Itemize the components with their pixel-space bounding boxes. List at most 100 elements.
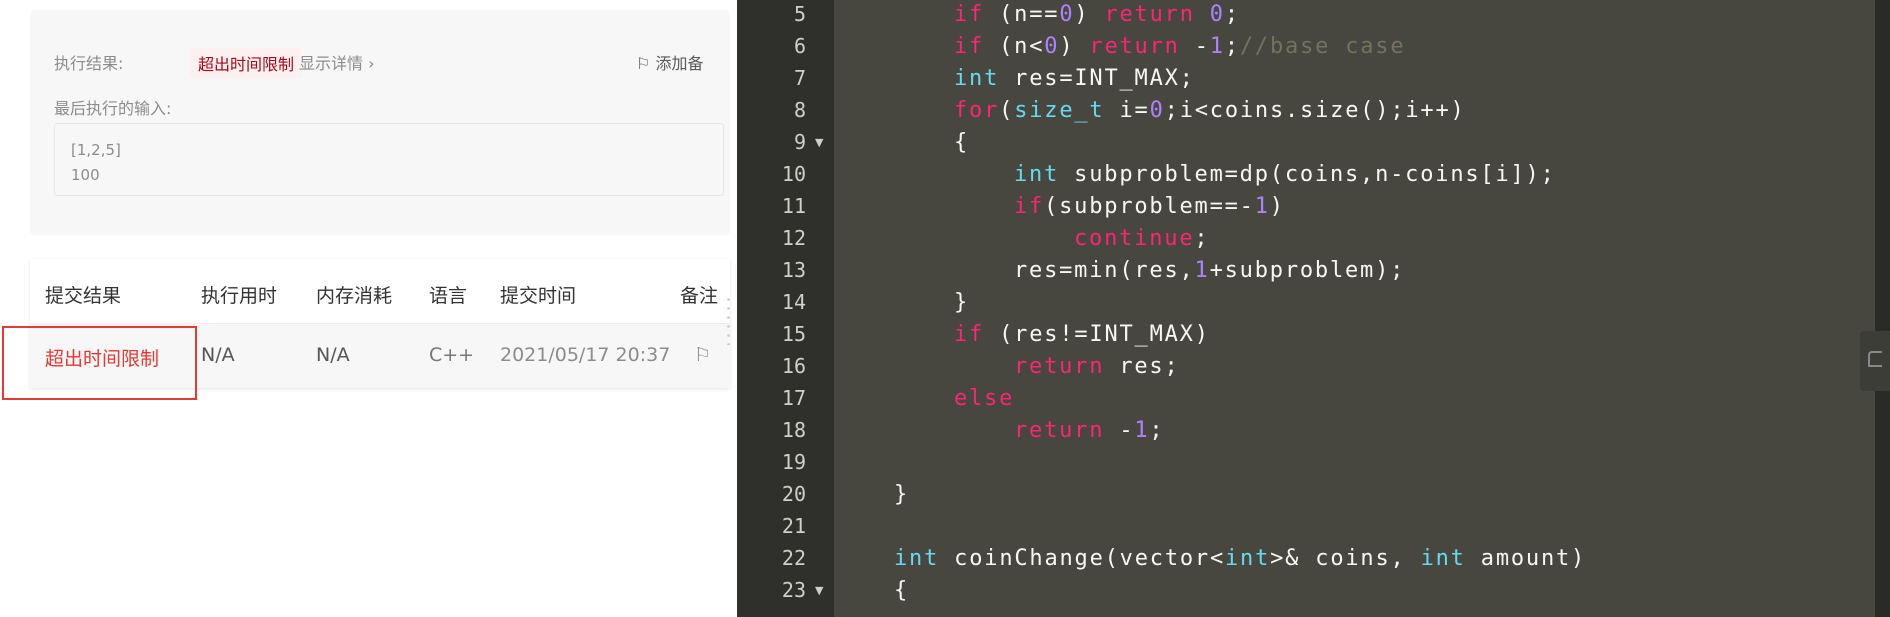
- line-number: 5: [793, 2, 806, 26]
- input-line: [1,2,5]: [71, 141, 121, 159]
- code-line: return -1;: [834, 418, 1164, 443]
- code-token: 0: [1059, 2, 1075, 27]
- code-line: return res;: [834, 354, 1180, 379]
- line-number: 14: [781, 290, 806, 314]
- splitter-handle[interactable]: [727, 295, 730, 345]
- code-token: res=min(res,: [1014, 258, 1195, 283]
- code-token: 0: [1209, 2, 1225, 27]
- line-number: 19: [781, 450, 806, 474]
- line-number: 13: [781, 258, 806, 282]
- code-editor[interactable]: 5 if (n==0) return 0; 6 if (n<0) return -1;…: [737, 0, 1890, 617]
- code-token: }: [894, 482, 910, 507]
- code-token: >& coins,: [1270, 546, 1421, 571]
- last-input-label: 最后执行的输入:: [54, 99, 172, 118]
- scrollbar[interactable]: [1875, 0, 1890, 617]
- line-number: 17: [781, 386, 806, 410]
- input-line: 100: [71, 166, 100, 184]
- code-token: (subproblem==-: [1044, 194, 1255, 219]
- code-token: ): [1269, 194, 1285, 219]
- code-line: else: [834, 386, 1014, 411]
- result-card: 执行结果: 超出时间限制 显示详情 › ⚐ 添加备 最后执行的输入: [1,2,…: [30, 10, 730, 235]
- code-token: if: [954, 2, 985, 27]
- code-token: ): [1074, 2, 1105, 27]
- line-number: 21: [781, 514, 806, 538]
- row-submit-time: 2021/05/17 20:37: [500, 344, 671, 366]
- code-token: size_t: [1014, 98, 1105, 123]
- header-memory: 内存消耗: [316, 285, 393, 307]
- header-status: 提交结果: [45, 285, 122, 307]
- code-token: -: [1104, 418, 1135, 443]
- line-number: 8: [793, 98, 806, 122]
- code-token: amount): [1465, 546, 1587, 571]
- side-tab-button[interactable]: [1860, 331, 1890, 391]
- code-token: res;: [1104, 354, 1180, 379]
- code-token: return: [1014, 354, 1105, 379]
- header-runtime: 执行用时: [201, 285, 278, 307]
- code-line: continue;: [834, 226, 1209, 251]
- code-line: if(subproblem==-1): [834, 194, 1285, 219]
- code-token: (n==: [984, 2, 1060, 27]
- code-line: if (n<0) return -1;//base case: [834, 34, 1405, 59]
- code-token: 1: [1209, 34, 1225, 59]
- line-number: 12: [781, 226, 806, 250]
- code-line: int res=INT_MAX;: [834, 66, 1195, 91]
- code-token: //base case: [1239, 34, 1406, 59]
- flag-icon[interactable]: ⚐: [694, 344, 711, 366]
- code-token: {: [954, 130, 970, 155]
- code-token: if: [1014, 194, 1045, 219]
- line-number: 6: [793, 34, 806, 58]
- submission-panel: 执行结果: 超出时间限制 显示详情 › ⚐ 添加备 最后执行的输入: [1,2,…: [0, 0, 737, 617]
- code-token: ;: [1149, 418, 1165, 443]
- header-note: 备注: [680, 285, 719, 307]
- code-token: if: [954, 34, 985, 59]
- show-details-link[interactable]: 显示详情 ›: [299, 50, 375, 74]
- code-line: int coinChange(vector<int>& coins, int a…: [834, 546, 1586, 571]
- code-token: i=: [1104, 98, 1150, 123]
- code-token: 1: [1254, 194, 1270, 219]
- code-token: 0: [1149, 98, 1165, 123]
- code-token: for: [954, 98, 1000, 123]
- code-token: int: [1420, 546, 1466, 571]
- line-number: 10: [781, 162, 806, 186]
- code-line: if (n==0) return 0;: [834, 2, 1240, 27]
- fold-arrow-icon[interactable]: ▼: [815, 584, 823, 597]
- code-token: ;: [1194, 226, 1210, 251]
- code-token: +subproblem);: [1209, 258, 1406, 283]
- code-token: if: [954, 322, 985, 347]
- code-token: (res!=INT_MAX): [984, 322, 1210, 347]
- row-runtime: N/A: [201, 344, 235, 366]
- line-number: 18: [781, 418, 806, 442]
- row-language: C++: [429, 344, 475, 366]
- fold-arrow-icon[interactable]: ▼: [815, 136, 823, 149]
- row-memory: N/A: [316, 344, 350, 366]
- code-token: int: [1225, 546, 1271, 571]
- code-line: {: [834, 130, 969, 155]
- add-note-button[interactable]: ⚐ 添加备: [636, 50, 703, 74]
- code-token: continue: [1074, 226, 1195, 251]
- status-badge: 超出时间限制: [190, 48, 303, 78]
- code-token: int: [954, 66, 1000, 91]
- code-line: if (res!=INT_MAX): [834, 322, 1210, 347]
- line-number: 7: [793, 66, 806, 90]
- line-number: 9: [793, 130, 806, 154]
- code-line: {: [834, 578, 909, 603]
- note-icon: [1868, 351, 1882, 367]
- code-token: {: [894, 578, 910, 603]
- header-submit-time: 提交时间: [500, 285, 577, 307]
- code-token: int: [894, 546, 940, 571]
- code-token: coinChange(vector<: [939, 546, 1225, 571]
- line-number: 11: [781, 194, 806, 218]
- code-line: int subproblem=dp(coins,n-coins[i]);: [834, 162, 1556, 187]
- code-token: (: [999, 98, 1015, 123]
- flag-icon: ⚐: [636, 54, 656, 73]
- line-number: 23: [781, 578, 806, 602]
- code-line: }: [834, 482, 909, 507]
- code-token: (n<: [984, 34, 1045, 59]
- result-label: 执行结果:: [54, 54, 124, 73]
- code-token: return: [1014, 418, 1105, 443]
- add-note-label: 添加备: [655, 54, 704, 73]
- code-token: ): [1059, 34, 1090, 59]
- code-token: return: [1104, 2, 1195, 27]
- line-number: 20: [781, 482, 806, 506]
